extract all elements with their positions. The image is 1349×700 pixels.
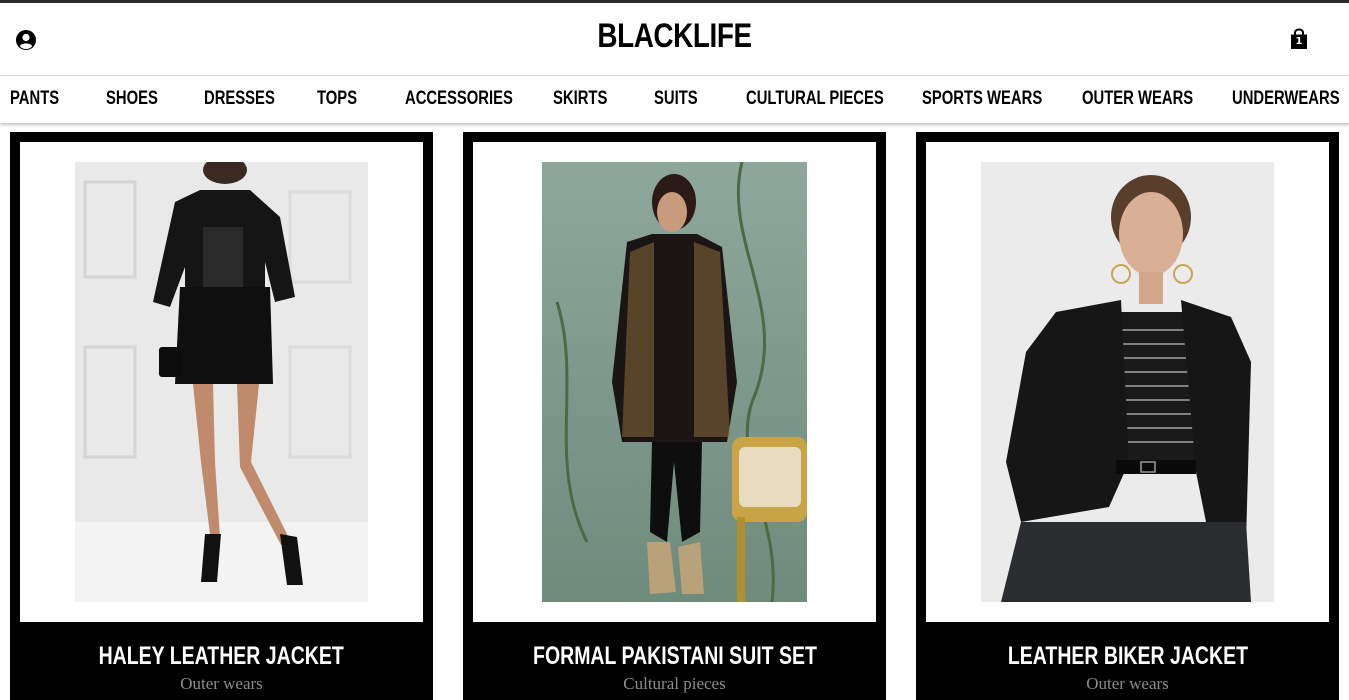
nav-item-shoes[interactable]: SHOES: [106, 88, 158, 110]
nav-item-pants[interactable]: PANTS: [10, 88, 59, 110]
product-title[interactable]: HALEY LEATHER JACKET: [10, 642, 433, 671]
product-card[interactable]: HALEY LEATHER JACKET Outer wears: [10, 132, 433, 700]
nav-item-cultural-pieces[interactable]: CULTURAL PIECES: [746, 88, 884, 110]
product-card[interactable]: LEATHER BIKER JACKET Outer wears: [916, 132, 1339, 700]
product-image-frame: [20, 142, 423, 622]
product-category: Outer wears: [1086, 674, 1169, 693]
product-title[interactable]: LEATHER BIKER JACKET: [916, 642, 1339, 671]
product-title-text: HALEY LEATHER JACKET: [98, 642, 345, 670]
product-title[interactable]: FORMAL PAKISTANI SUIT SET: [463, 642, 886, 671]
nav-item-dresses[interactable]: DRESSES: [204, 88, 275, 110]
nav-item-suits[interactable]: SUITS: [654, 88, 698, 110]
product-title-text: LEATHER BIKER JACKET: [1007, 642, 1248, 670]
product-image[interactable]: [75, 162, 368, 602]
product-title-text: FORMAL PAKISTANI SUIT SET: [532, 642, 817, 670]
cart-button[interactable]: 1: [1289, 28, 1309, 50]
nav-item-sports-wears[interactable]: SPORTS WEARS: [922, 88, 1042, 110]
product-image[interactable]: [542, 162, 807, 602]
user-circle-icon: [16, 30, 36, 50]
cart-count-badge: 1: [1295, 36, 1303, 47]
nav-item-underwears[interactable]: UNDERWEARS: [1232, 88, 1340, 110]
user-account-button[interactable]: [15, 29, 37, 51]
product-image-frame: [926, 142, 1329, 622]
product-image[interactable]: [981, 162, 1274, 602]
site-header: BLACKLIFE 1: [0, 3, 1349, 75]
category-nav: PANTS SHOES DRESSES TOPS ACCESSORIES SKI…: [0, 75, 1349, 123]
product-category: Outer wears: [180, 674, 263, 693]
nav-item-tops[interactable]: TOPS: [317, 88, 357, 110]
product-category: Cultural pieces: [623, 674, 726, 693]
product-image-frame: [473, 142, 876, 622]
product-card[interactable]: FORMAL PAKISTANI SUIT SET Cultural piece…: [463, 132, 886, 700]
nav-item-outer-wears[interactable]: OUTER WEARS: [1082, 88, 1193, 110]
nav-item-skirts[interactable]: SKIRTS: [553, 88, 607, 110]
nav-item-accessories[interactable]: ACCESSORIES: [405, 88, 513, 110]
site-logo[interactable]: BLACKLIFE: [121, 17, 1227, 56]
